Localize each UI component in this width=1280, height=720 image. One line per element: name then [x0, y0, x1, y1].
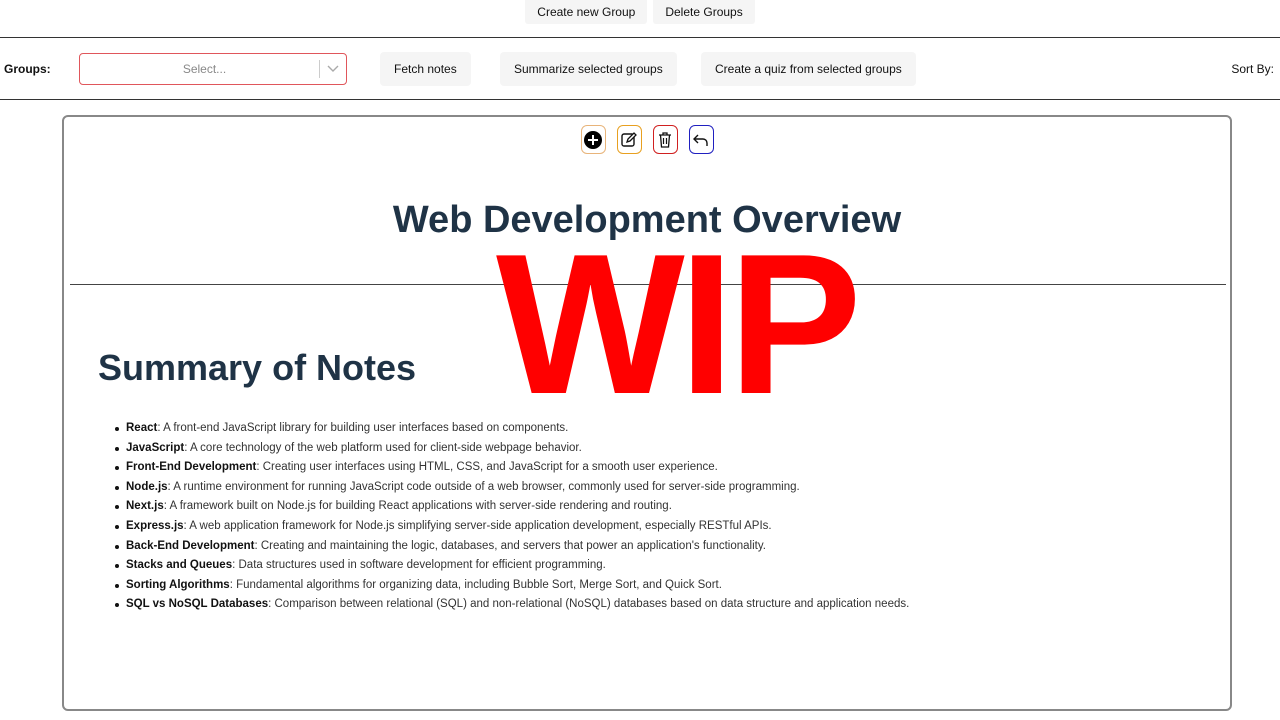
- list-item-term: Next.js: [126, 500, 164, 513]
- list-item-desc: : Data structures used in software devel…: [232, 559, 606, 572]
- summary-list: React: A front-end JavaScript library fo…: [114, 419, 910, 615]
- wip-watermark: WIP: [496, 213, 862, 436]
- list-item-term: Back-End Development: [126, 539, 255, 552]
- list-item-term: JavaScript: [126, 441, 185, 454]
- fetch-notes-button[interactable]: Fetch notes: [380, 52, 471, 86]
- list-item: SQL vs NoSQL Databases: Comparison betwe…: [114, 595, 910, 615]
- list-item: Stacks and Queues: Data structures used …: [114, 556, 909, 576]
- edit-note-button[interactable]: [616, 125, 642, 154]
- list-item-desc: : Fundamental algorithms for organizing …: [229, 578, 722, 591]
- chevron-down-icon[interactable]: [320, 65, 346, 73]
- note-actions: [64, 125, 1230, 154]
- list-item-desc: : Creating user interfaces using HTML, C…: [256, 461, 718, 474]
- groups-toolbar: Groups: Select... Fetch notes Summarize …: [0, 38, 1280, 99]
- list-item-desc: : A web application framework for Node.j…: [183, 519, 772, 532]
- trash-icon: [659, 131, 671, 148]
- create-group-button[interactable]: Create new Group: [525, 0, 648, 24]
- groups-select[interactable]: Select...: [79, 53, 347, 85]
- list-item-desc: : A framework built on Node.js for build…: [163, 500, 672, 513]
- create-quiz-button[interactable]: Create a quiz from selected groups: [701, 52, 916, 86]
- list-item-desc: : Comparison between relational (SQL) an…: [268, 598, 910, 611]
- list-item-term: React: [126, 422, 158, 434]
- groups-select-placeholder: Select...: [182, 62, 227, 76]
- list-item-term: SQL vs NoSQL Databases: [126, 598, 269, 611]
- sort-by-label[interactable]: Sort By:: [1231, 62, 1274, 76]
- list-item-desc: : A runtime environment for running Java…: [167, 480, 800, 493]
- list-item-desc: : A front-end JavaScript library for bui…: [157, 422, 569, 434]
- groups-label: Groups:: [4, 62, 51, 76]
- top-action-bar: Create new Group Delete Groups: [0, 0, 1280, 24]
- add-icon: [584, 130, 602, 149]
- list-item: Next.js: A framework built on Node.js fo…: [114, 497, 909, 517]
- delete-note-button[interactable]: [652, 125, 678, 154]
- list-item-term: Express.js: [126, 519, 184, 532]
- summarize-groups-button[interactable]: Summarize selected groups: [500, 52, 677, 86]
- list-item: Back-End Development: Creating and maint…: [114, 537, 909, 557]
- summary-heading: Summary of Notes: [98, 347, 417, 388]
- list-item: Node.js: A runtime environment for runni…: [114, 478, 909, 498]
- list-item-desc: : A core technology of the web platform …: [184, 441, 582, 454]
- list-item: Sorting Algorithms: Fundamental algorith…: [114, 576, 909, 596]
- list-item: React: A front-end JavaScript library fo…: [114, 419, 909, 439]
- title-divider: [70, 284, 1226, 285]
- undo-button[interactable]: [688, 125, 714, 154]
- list-item: Express.js: A web application framework …: [114, 517, 909, 537]
- list-item-term: Node.js: [126, 480, 168, 493]
- list-item: Front-End Development: Creating user int…: [114, 458, 909, 478]
- list-item-term: Front-End Development: [126, 461, 257, 474]
- list-item-term: Sorting Algorithms: [126, 578, 230, 591]
- delete-groups-button[interactable]: Delete Groups: [653, 0, 755, 24]
- note-card: Web Development Overview WIP Summary of …: [62, 115, 1232, 711]
- undo-icon: [693, 134, 708, 146]
- list-item-term: Stacks and Queues: [126, 559, 233, 572]
- list-item: JavaScript: A core technology of the web…: [114, 439, 909, 459]
- list-item-desc: : Creating and maintaining the logic, da…: [254, 539, 766, 552]
- add-note-button[interactable]: [580, 125, 606, 154]
- edit-icon: [621, 131, 637, 147]
- note-title: Web Development Overview: [392, 199, 902, 241]
- divider-toolbar: [0, 99, 1280, 100]
